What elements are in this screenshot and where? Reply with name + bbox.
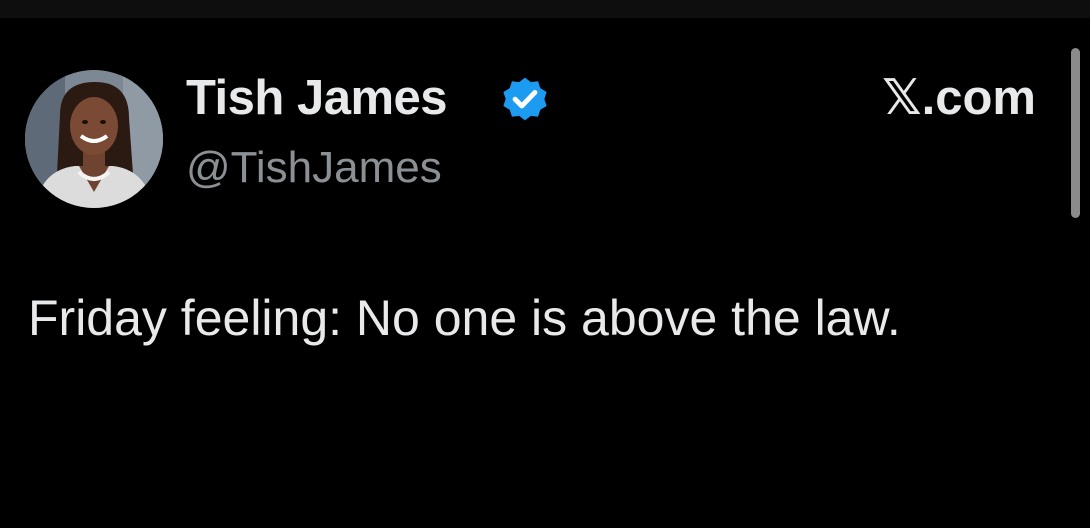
user-handle[interactable]: @TishJames [186, 140, 442, 196]
avatar[interactable] [25, 70, 163, 208]
display-name[interactable]: Tish James [186, 68, 448, 128]
source-label: 𝕏.com [882, 71, 1036, 125]
top-bar [0, 0, 1090, 18]
tweet-text: Friday feeling: No one is above the law. [28, 290, 901, 346]
scrollbar[interactable] [1071, 48, 1080, 218]
tweet-card: Tish James @TishJames 𝕏.com Friday feeli… [0, 18, 1090, 528]
verified-badge-icon [503, 77, 547, 121]
avatar-photo [25, 70, 163, 208]
